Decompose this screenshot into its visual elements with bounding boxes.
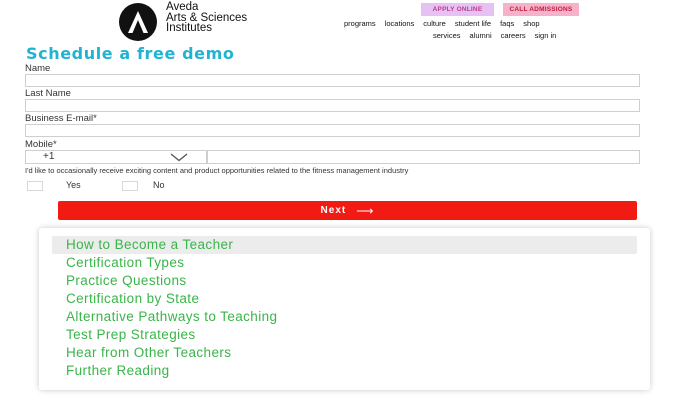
country-code-select[interactable]: +1 xyxy=(25,150,207,164)
nav-link-shop[interactable]: shop xyxy=(523,19,539,28)
nav-link-services[interactable]: services xyxy=(433,31,461,40)
brand-name-line: Institutes xyxy=(166,22,213,34)
chevron-down-icon xyxy=(170,153,188,162)
toc-link-certification-types[interactable]: Certification Types xyxy=(52,254,637,272)
secondary-nav: services alumni careers sign in xyxy=(433,31,556,40)
name-label: Name xyxy=(25,63,51,74)
toc-link-alternative-pathways[interactable]: Alternative Pathways to Teaching xyxy=(52,308,637,326)
toc-link-further-reading[interactable]: Further Reading xyxy=(52,362,637,380)
next-button[interactable]: Next ⟶ xyxy=(58,201,637,220)
nav-link-sign-in[interactable]: sign in xyxy=(535,31,557,40)
nav-link-faqs[interactable]: faqs xyxy=(500,19,514,28)
nav-link-culture[interactable]: culture xyxy=(423,19,446,28)
nav-link-student-life[interactable]: student life xyxy=(455,19,491,28)
next-button-label: Next xyxy=(320,205,347,216)
country-code-value: +1 xyxy=(43,151,55,162)
nav-link-programs[interactable]: programs xyxy=(344,19,376,28)
call-admissions-button[interactable]: CALL ADMISSIONS xyxy=(503,3,579,16)
form-title: Schedule a free demo xyxy=(26,44,235,63)
consent-no-label: No xyxy=(153,180,165,190)
brand-name[interactable]: Aveda Arts & Sciences Institutes xyxy=(166,2,286,34)
brand-name-line: Aveda xyxy=(166,1,199,13)
consent-no-checkbox[interactable] xyxy=(122,181,138,191)
consent-yes-checkbox[interactable] xyxy=(27,181,43,191)
toc-link-practice-questions[interactable]: Practice Questions xyxy=(52,272,637,290)
brand-logo-icon[interactable] xyxy=(119,3,157,41)
last-name-field[interactable] xyxy=(25,99,640,112)
table-of-contents: How to Become a Teacher Certification Ty… xyxy=(39,228,650,390)
primary-nav: programs locations culture student life … xyxy=(344,19,540,28)
toc-link-how-to-become-a-teacher[interactable]: How to Become a Teacher xyxy=(52,236,637,254)
email-field[interactable] xyxy=(25,124,640,137)
toc-link-test-prep-strategies[interactable]: Test Prep Strategies xyxy=(52,326,637,344)
last-name-label: Last Name xyxy=(25,88,71,99)
nav-link-alumni[interactable]: alumni xyxy=(470,31,492,40)
nav-link-locations[interactable]: locations xyxy=(385,19,415,28)
nav-link-careers[interactable]: careers xyxy=(501,31,526,40)
arrow-right-icon: ⟶ xyxy=(356,203,375,218)
apply-online-button[interactable]: APPLY ONLINE xyxy=(421,3,494,16)
mobile-number-field[interactable] xyxy=(207,150,640,164)
name-field[interactable] xyxy=(25,74,640,87)
mobile-label: Mobile* xyxy=(25,139,57,150)
toc-link-certification-by-state[interactable]: Certification by State xyxy=(52,290,637,308)
consent-text: I'd like to occasionally receive excitin… xyxy=(25,166,409,175)
toc-link-hear-from-other-teachers[interactable]: Hear from Other Teachers xyxy=(52,344,637,362)
email-label: Business E-mail* xyxy=(25,113,97,124)
consent-yes-label: Yes xyxy=(66,180,81,190)
